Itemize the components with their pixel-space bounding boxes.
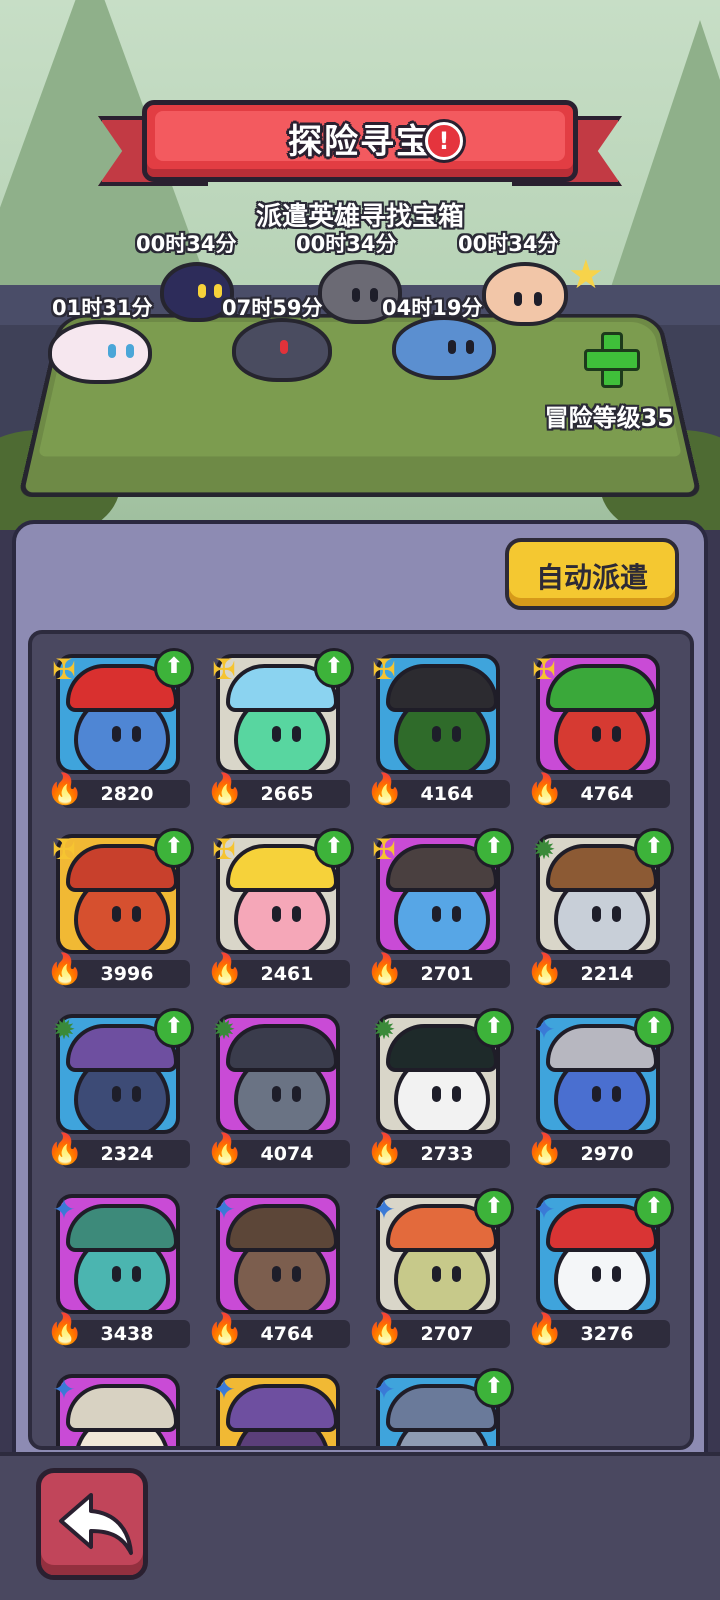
hero-card[interactable]: ✦ ⬆ 🔥 2970 (524, 1000, 674, 1170)
hero-power: 4074 (260, 1143, 314, 1165)
timer-4: 01时31分 (52, 296, 153, 320)
hero-card[interactable]: ✦ 🔥 4764 (204, 1180, 352, 1350)
hero-card[interactable]: ✠ ⬆ 🔥 2665 (204, 640, 354, 810)
rank-blue-icon: ✦ (212, 1373, 236, 1406)
hero-card[interactable]: ✠ ⬆ 🔥 3996 (44, 820, 194, 990)
hero-card[interactable]: ✠ ⬆ 🔥 2461 (204, 820, 354, 990)
exclamation-icon[interactable]: ! (425, 122, 463, 160)
hero-power: 2665 (260, 783, 314, 805)
rank-gold-icon: ✠ (52, 833, 76, 866)
auto-dispatch-button[interactable]: 自动派遣 (505, 538, 679, 610)
upgrade-arrow-icon[interactable]: ⬆ (474, 1188, 514, 1228)
hero-card[interactable]: ✦ ⬆ 🔥 3276 (524, 1180, 674, 1350)
hero-power: 3438 (100, 1323, 154, 1345)
title-banner: 探险寻宝 ! (98, 100, 622, 186)
hero-card[interactable]: ✹ ⬆ 🔥 2214 (524, 820, 674, 990)
hero-power: 3996 (100, 963, 154, 985)
hero-power: 2733 (420, 1143, 474, 1165)
upgrade-arrow-icon[interactable]: ⬆ (154, 648, 194, 688)
hero-card[interactable]: ✹ ⬆ 🔥 2733 (364, 1000, 514, 1170)
hero-wizard[interactable] (482, 262, 568, 326)
hero-power: 2707 (420, 1323, 474, 1345)
auto-dispatch-label: 自动派遣 (535, 561, 648, 594)
hero-card[interactable]: ✹ 🔥 4074 (204, 1000, 352, 1170)
hero-power: 4764 (580, 783, 634, 805)
upgrade-arrow-icon[interactable]: ⬆ (314, 828, 354, 868)
upgrade-arrow-icon[interactable]: ⬆ (474, 1368, 514, 1408)
rank-blue-icon: ✦ (372, 1373, 396, 1406)
rank-green-icon: ✹ (372, 1013, 396, 1046)
upgrade-arrow-icon[interactable]: ⬆ (634, 1008, 674, 1048)
hero-power: 4764 (260, 1323, 314, 1345)
upgrade-arrow-icon[interactable]: ⬆ (634, 1188, 674, 1228)
hero-card[interactable]: ✠ 🔥 4764 (524, 640, 672, 810)
hero-card[interactable]: ✦🔥 (44, 1360, 192, 1446)
hero-robot-knight[interactable] (232, 318, 332, 382)
hero-sylveon[interactable] (48, 320, 152, 384)
back-arrow-icon (59, 1493, 133, 1555)
hero-power: 2214 (580, 963, 634, 985)
hero-power: 3276 (580, 1323, 634, 1345)
rank-blue-icon: ✦ (52, 1373, 76, 1406)
rank-gold-icon: ✠ (212, 833, 236, 866)
page-title: 探险寻宝 (288, 122, 432, 162)
timer-5: 07时59分 (222, 296, 323, 320)
hero-card[interactable]: ✦⬆🔥 (364, 1360, 514, 1446)
hero-power: 2701 (420, 963, 474, 985)
hero-card[interactable]: ✦ 🔥 3438 (44, 1180, 192, 1350)
hero-power: 2820 (100, 783, 154, 805)
rank-gold-icon: ✠ (212, 653, 236, 686)
rank-blue-icon: ✦ (532, 1013, 556, 1046)
rank-blue-icon: ✦ (212, 1193, 236, 1226)
rank-blue-icon: ✦ (372, 1193, 396, 1226)
star-icon: ★ (568, 252, 604, 298)
hero-power: 2461 (260, 963, 314, 985)
adventure-level: 冒险等级35 (544, 404, 674, 432)
plus-icon[interactable] (584, 332, 640, 388)
tree-right (600, 20, 720, 320)
upgrade-arrow-icon[interactable]: ⬆ (474, 828, 514, 868)
rank-green-icon: ✹ (532, 833, 556, 866)
rank-gold-icon: ✠ (532, 653, 556, 686)
expedition-scene: ★ 00时34分 00时34分 00时34分 01时31分 07时59分 04时… (0, 0, 720, 530)
rank-blue-icon: ✦ (532, 1193, 556, 1226)
hero-card[interactable]: ✦🔥 (204, 1360, 352, 1446)
hero-spiky-blue[interactable] (392, 316, 496, 380)
rank-gold-icon: ✠ (372, 653, 396, 686)
hero-card[interactable]: ✦ ⬆ 🔥 2707 (364, 1180, 514, 1350)
back-button[interactable] (36, 1468, 148, 1580)
rank-green-icon: ✹ (212, 1013, 236, 1046)
hero-card[interactable]: ✠ 🔥 4164 (364, 640, 512, 810)
rank-green-icon: ✹ (52, 1013, 76, 1046)
hero-grid[interactable]: ✠ ⬆ 🔥 2820 ✠ ⬆ 🔥 2665 ✠ 🔥 4164 ✠ 🔥 4764 ✠ ⬆ 🔥 3996 ✠ ⬆ 🔥 2461… (28, 630, 694, 1450)
upgrade-arrow-icon[interactable]: ⬆ (474, 1008, 514, 1048)
rank-gold-icon: ✠ (52, 653, 76, 686)
upgrade-arrow-icon[interactable]: ⬆ (154, 1008, 194, 1048)
timer-6: 04时19分 (382, 296, 483, 320)
rank-blue-icon: ✦ (52, 1193, 76, 1226)
hero-card[interactable]: ✠ ⬆ 🔥 2820 (44, 640, 194, 810)
page-subtitle: 派遣英雄寻找宝箱 (255, 202, 464, 232)
hero-power: 2324 (100, 1143, 154, 1165)
hero-card[interactable]: ✹ ⬆ 🔥 2324 (44, 1000, 194, 1170)
upgrade-arrow-icon[interactable]: ⬆ (154, 828, 194, 868)
hero-power: 2970 (580, 1143, 634, 1165)
rank-gold-icon: ✠ (372, 833, 396, 866)
hero-card[interactable]: ✠ ⬆ 🔥 2701 (364, 820, 514, 990)
hero-power: 4164 (420, 783, 474, 805)
upgrade-arrow-icon[interactable]: ⬆ (634, 828, 674, 868)
upgrade-arrow-icon[interactable]: ⬆ (314, 648, 354, 688)
